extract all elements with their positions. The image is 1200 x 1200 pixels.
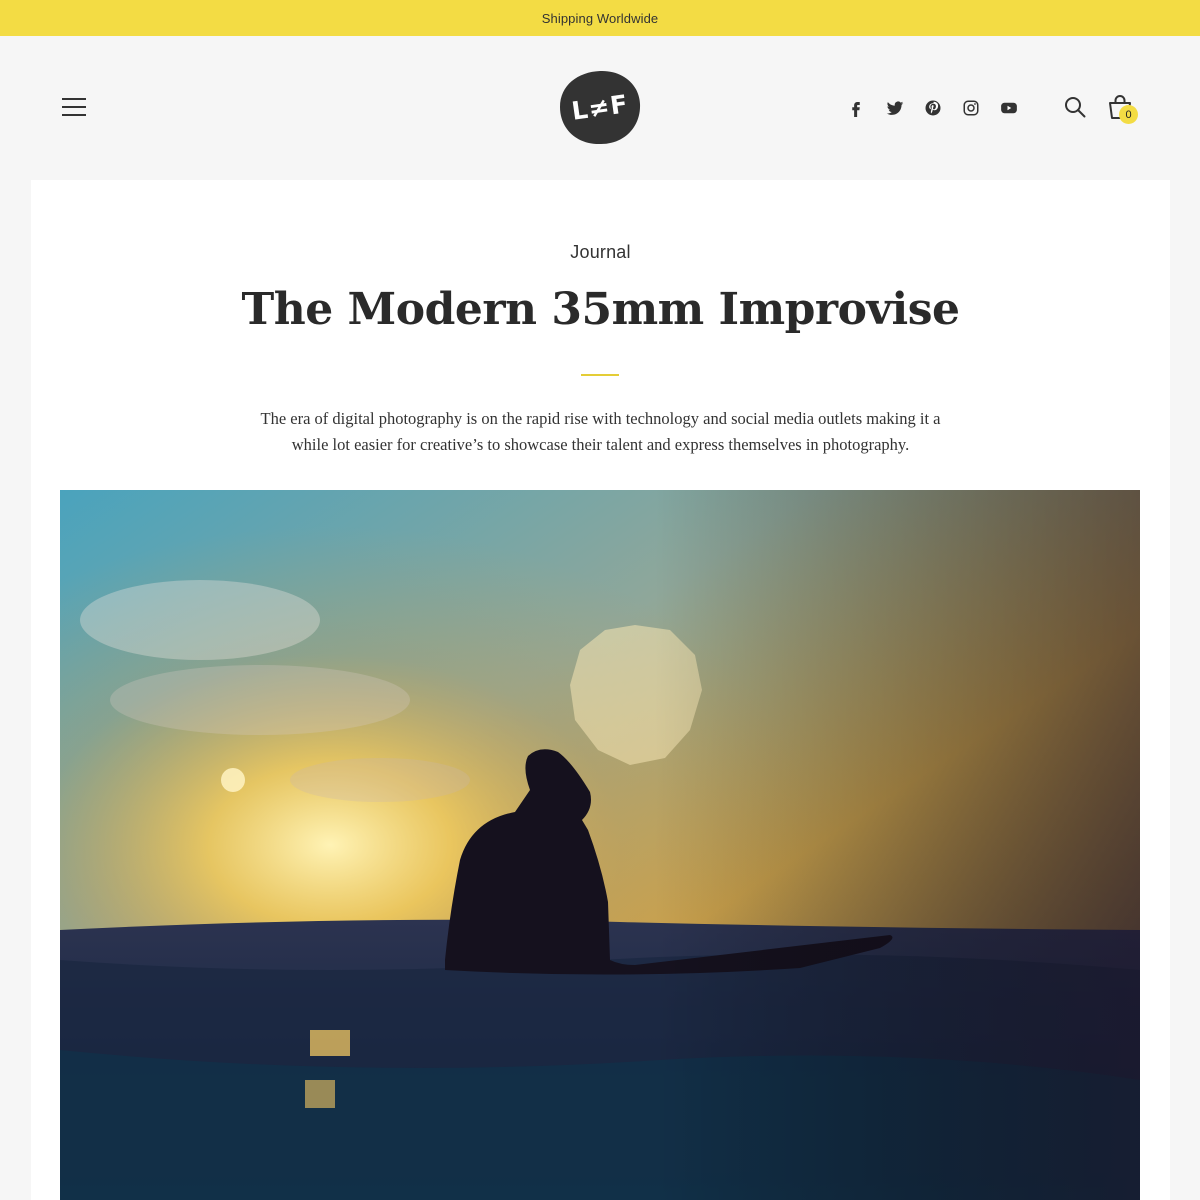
hamburger-icon xyxy=(62,98,86,100)
youtube-link[interactable] xyxy=(999,98,1019,118)
search-icon xyxy=(1065,97,1086,118)
facebook-icon xyxy=(852,102,860,117)
article-title: The Modern 35mm Improvise xyxy=(241,284,961,335)
twitter-icon xyxy=(886,101,904,115)
announcement-text: Shipping Worldwide xyxy=(541,10,659,26)
search-button[interactable] xyxy=(1063,95,1087,119)
cart-count-badge: 0 xyxy=(1119,105,1138,124)
twitter-link[interactable] xyxy=(885,98,905,118)
instagram-icon xyxy=(963,100,979,116)
site-logo[interactable]: L≠F xyxy=(559,69,641,145)
surfer-sunset-photo xyxy=(60,490,1140,1200)
site-header: L≠F 0 xyxy=(0,36,1200,180)
menu-button[interactable] xyxy=(62,97,88,117)
youtube-icon xyxy=(1001,102,1017,114)
article-card: Journal The Modern 35mm Improvise The er… xyxy=(31,180,1170,1200)
pinterest-link[interactable] xyxy=(923,98,943,118)
pinterest-icon xyxy=(925,100,941,116)
article-excerpt: The era of digital photography is on the… xyxy=(260,409,941,454)
facebook-link[interactable] xyxy=(846,98,866,118)
logo-text: L≠F xyxy=(569,88,631,126)
announcement-bar: Shipping Worldwide xyxy=(0,0,1200,36)
hamburger-icon-line xyxy=(62,114,86,116)
instagram-link[interactable] xyxy=(961,98,981,118)
title-divider xyxy=(581,374,619,376)
article-category-link[interactable]: Journal xyxy=(31,242,1170,263)
hamburger-icon-line xyxy=(62,106,86,108)
hero-image xyxy=(60,490,1140,1200)
